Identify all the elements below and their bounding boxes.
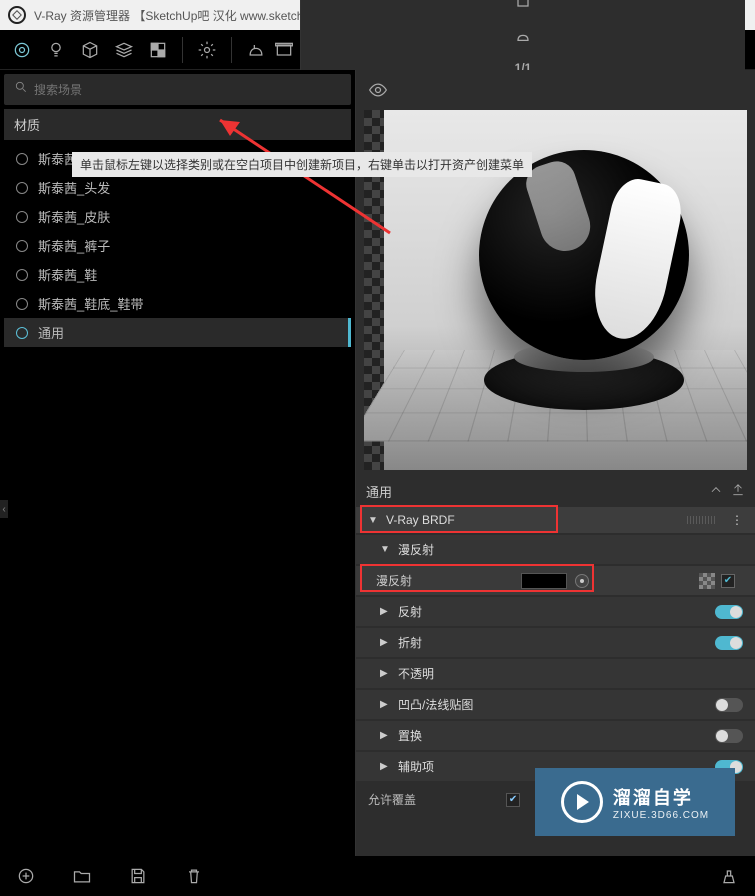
add-material-icon[interactable] xyxy=(16,866,36,886)
drag-grip-icon[interactable] xyxy=(687,516,717,524)
opacity-section-row[interactable]: ▶ 不透明 xyxy=(356,659,755,688)
materials-tab-icon[interactable] xyxy=(10,38,34,62)
radio-icon xyxy=(16,298,28,310)
expand-arrow-icon: ▼ xyxy=(380,544,392,555)
material-item[interactable]: 斯泰茜_头发 xyxy=(4,173,351,202)
watermark-play-icon xyxy=(561,781,603,823)
section-label: 折射 xyxy=(398,634,422,651)
material-item[interactable]: 斯泰茜_皮肤 xyxy=(4,202,351,231)
main-toolbar: 1/1 ⋮ xyxy=(0,30,755,70)
teapot-icon[interactable] xyxy=(511,25,535,49)
refraction-toggle[interactable] xyxy=(715,636,743,650)
settings-icon[interactable] xyxy=(195,38,219,62)
section-label: 不透明 xyxy=(398,665,434,682)
watermark-title: 溜溜自学 xyxy=(613,784,709,810)
material-label: 斯泰茜_皮肤 xyxy=(38,207,110,226)
diffuse-label: 漫反射 xyxy=(376,572,412,589)
expand-arrow-icon: ▼ xyxy=(368,515,380,526)
reflection-toggle[interactable] xyxy=(715,605,743,619)
material-label: 通用 xyxy=(38,323,64,342)
geometry-tab-icon[interactable] xyxy=(78,38,102,62)
search-icon xyxy=(14,80,28,99)
allow-override-label: 允许覆盖 xyxy=(368,791,416,808)
delete-icon[interactable] xyxy=(184,866,204,886)
asset-left-panel: 单击鼠标左键以选择类别或在空白项目中创建新项目，右键单击以打开资产创建菜单 材质… xyxy=(0,70,355,856)
watermark-badge: 溜溜自学 ZIXUE.3D66.COM xyxy=(535,768,735,836)
allow-override-checkbox[interactable]: ✔ xyxy=(506,793,520,807)
section-label: 辅助项 xyxy=(398,758,434,775)
diffuse-header-label: 漫反射 xyxy=(398,541,434,558)
bump-section-row[interactable]: ▶ 凹凸/法线贴图 xyxy=(356,690,755,719)
diffuse-slider-button[interactable] xyxy=(575,574,589,588)
material-item[interactable]: 斯泰茜_裤子 xyxy=(4,231,351,260)
collapse-arrow-icon: ▶ xyxy=(380,699,392,710)
properties-right-panel: 通用 ▼ V-Ray BRDF ⋮ ▼ 漫反射 漫反射 xyxy=(355,70,755,856)
app-logo-icon xyxy=(8,6,26,24)
render-icon[interactable] xyxy=(244,38,268,62)
diffuse-color-row: 漫反射 ✔ xyxy=(356,566,755,595)
material-item[interactable]: 斯泰茜_鞋 xyxy=(4,260,351,289)
save-asset-icon[interactable] xyxy=(731,483,745,500)
reflection-section-row[interactable]: ▶ 反射 xyxy=(356,597,755,626)
diffuse-color-swatch[interactable] xyxy=(521,573,567,589)
open-folder-icon[interactable] xyxy=(72,866,92,886)
section-label: 置换 xyxy=(398,727,422,744)
frame-buffer-icon[interactable] xyxy=(272,38,296,62)
material-item-selected[interactable]: 通用 xyxy=(4,318,351,347)
brdf-section-row[interactable]: ▼ V-Ray BRDF ⋮ xyxy=(356,507,755,533)
diffuse-texture-swatch[interactable] xyxy=(699,573,715,589)
material-label: 斯泰茜_头发 xyxy=(38,178,110,197)
watermark-url: ZIXUE.3D66.COM xyxy=(613,810,709,821)
lights-tab-icon[interactable] xyxy=(44,38,68,62)
material-label: 斯泰茜_裤子 xyxy=(38,236,110,255)
section-label: 反射 xyxy=(398,603,422,620)
radio-icon xyxy=(16,182,28,194)
refraction-section-row[interactable]: ▶ 折射 xyxy=(356,628,755,657)
preview-ball xyxy=(479,150,689,360)
textures-tab-icon[interactable] xyxy=(146,38,170,62)
radio-icon xyxy=(16,327,28,339)
diffuse-header-row[interactable]: ▼ 漫反射 xyxy=(356,535,755,564)
diffuse-texture-checkbox[interactable]: ✔ xyxy=(721,574,735,588)
preview-toolbar xyxy=(356,70,755,110)
section-label: 凹凸/法线贴图 xyxy=(398,696,473,713)
bottom-toolbar xyxy=(0,856,755,896)
collapse-arrow-icon: ▶ xyxy=(380,668,392,679)
up-action-icon[interactable] xyxy=(709,483,723,500)
brdf-label: V-Ray BRDF xyxy=(386,513,455,527)
tooltip: 单击鼠标左键以选择类别或在空白项目中创建新项目，右键单击以打开资产创建菜单 xyxy=(72,152,532,177)
props-title: 通用 xyxy=(366,482,392,501)
collapse-arrow-icon: ▶ xyxy=(380,761,392,772)
displacement-section-row[interactable]: ▶ 置换 xyxy=(356,721,755,750)
displacement-toggle[interactable] xyxy=(715,729,743,743)
save-icon[interactable] xyxy=(128,866,148,886)
props-header: 通用 xyxy=(356,478,755,505)
collapse-arrow-icon: ▶ xyxy=(380,730,392,741)
materials-section-header: 材质 xyxy=(4,109,351,140)
radio-icon xyxy=(16,211,28,223)
search-row xyxy=(4,74,351,105)
preview-eye-icon[interactable] xyxy=(366,78,390,102)
collapse-arrow-icon: ▶ xyxy=(380,637,392,648)
search-input[interactable] xyxy=(34,83,341,97)
radio-icon xyxy=(16,153,28,165)
collapse-arrow-icon: ▶ xyxy=(380,606,392,617)
layers-tab-icon[interactable] xyxy=(112,38,136,62)
material-item[interactable]: 斯泰茜_鞋底_鞋带 xyxy=(4,289,351,318)
section-menu-icon[interactable]: ⋮ xyxy=(731,513,743,527)
radio-icon xyxy=(16,269,28,281)
material-label: 斯泰茜_鞋 xyxy=(38,265,97,284)
collapse-handle-icon[interactable]: ‹ xyxy=(0,500,8,518)
material-label: 斯泰茜_鞋底_鞋带 xyxy=(38,294,143,313)
bump-toggle[interactable] xyxy=(715,698,743,712)
preview-box-icon[interactable] xyxy=(511,0,535,13)
radio-icon xyxy=(16,240,28,252)
purge-icon[interactable] xyxy=(719,866,739,886)
